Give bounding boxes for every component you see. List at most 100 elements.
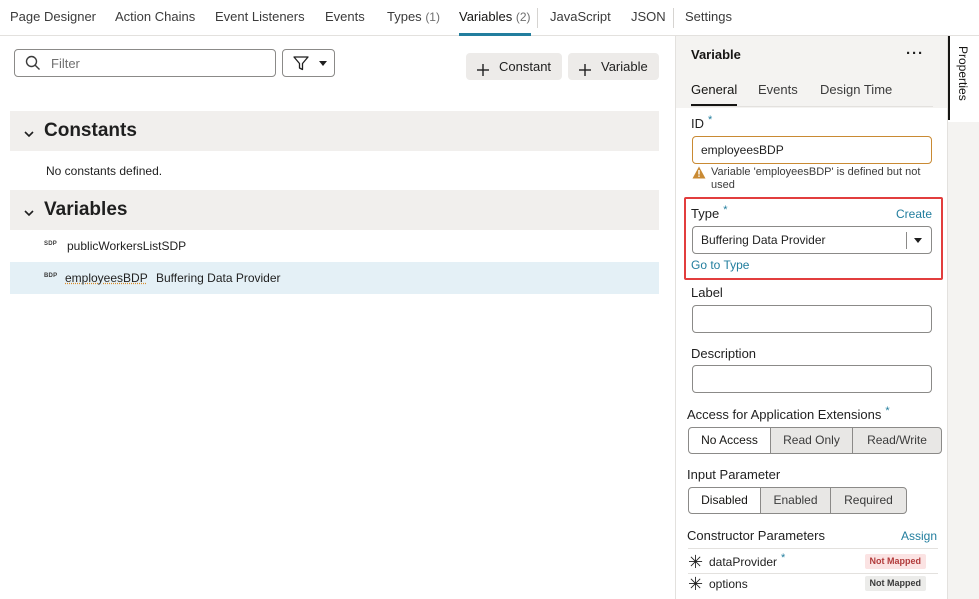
- tab-page-designer[interactable]: Page Designer: [10, 0, 96, 36]
- tab-label: Settings: [685, 9, 732, 24]
- add-variable-button[interactable]: Variable: [568, 53, 659, 80]
- variable-row[interactable]: SDP publicWorkersListSDP: [10, 230, 659, 262]
- tab-underline-divider: [691, 106, 933, 107]
- id-value: employeesBDP: [701, 143, 784, 157]
- asterisk-icon: ✳: [688, 552, 704, 572]
- chevron-down-icon: [24, 205, 34, 220]
- variables-title: Variables: [44, 199, 128, 220]
- assign-link[interactable]: Assign: [901, 529, 937, 543]
- warning-icon: [692, 166, 706, 182]
- tab-label: Design Time: [820, 82, 893, 97]
- designer-tab-bar: Page Designer Action Chains Event Listen…: [0, 0, 979, 36]
- side-strip-background: [948, 122, 979, 599]
- param-row-options[interactable]: ✳ options Not Mapped: [688, 574, 938, 594]
- tab-general[interactable]: General: [691, 82, 738, 106]
- tab-label: Page Designer: [10, 9, 96, 24]
- input-param-enabled[interactable]: Enabled: [760, 487, 831, 514]
- description-label: Description: [691, 346, 757, 361]
- side-panel-strip: Properties: [947, 36, 979, 599]
- access-label: Access for Application Extensions *: [687, 405, 890, 422]
- tab-label: Action Chains: [115, 9, 196, 24]
- tab-label: Events: [325, 9, 365, 24]
- not-mapped-badge: Not Mapped: [864, 576, 926, 591]
- tab-count: (2): [515, 10, 531, 24]
- add-constant-button[interactable]: Constant: [466, 53, 562, 80]
- properties-side-tab[interactable]: Properties: [948, 36, 979, 120]
- label-label: Label: [691, 285, 723, 300]
- add-constant-label: Constant: [499, 59, 552, 74]
- variable-type-badge: BDP: [44, 273, 58, 279]
- plus-icon: [476, 59, 490, 86]
- input-parameter-label: Input Parameter: [687, 467, 781, 482]
- tab-divider: [673, 8, 674, 28]
- variable-type-badge: SDP: [44, 241, 57, 247]
- variables-section-header[interactable]: Variables: [10, 190, 659, 230]
- tab-settings[interactable]: Settings: [685, 0, 732, 36]
- access-read-only[interactable]: Read Only: [770, 427, 853, 454]
- tab-label: JavaScript: [550, 9, 611, 24]
- tab-count: (1): [425, 10, 440, 24]
- variable-row-selected[interactable]: BDP employeesBDP Buffering Data Provider: [10, 262, 659, 294]
- constructor-parameters-label: Constructor Parameters: [687, 528, 825, 543]
- tab-events[interactable]: Events: [325, 0, 365, 36]
- tab-variables[interactable]: Variables (2): [459, 0, 531, 36]
- param-divider: [688, 548, 938, 549]
- input-param-disabled[interactable]: Disabled: [688, 487, 761, 514]
- constants-empty-text: No constants defined.: [46, 164, 163, 178]
- tab-design-time[interactable]: Design Time: [820, 82, 892, 97]
- panel-title: Variable: [691, 47, 741, 62]
- properties-side-tab-label: Properties: [956, 46, 970, 101]
- filter-field[interactable]: [14, 49, 276, 77]
- id-label: ID *: [691, 114, 713, 131]
- tab-action-chains[interactable]: Action Chains: [115, 0, 195, 36]
- access-read-write[interactable]: Read/Write: [852, 427, 942, 454]
- more-options-icon[interactable]: ···: [906, 45, 924, 62]
- description-input[interactable]: [692, 365, 932, 393]
- tab-label: JSON: [631, 9, 666, 24]
- tab-events[interactable]: Events: [758, 82, 798, 97]
- create-type-link[interactable]: Create: [896, 207, 932, 221]
- tab-label: Events: [758, 82, 798, 97]
- tab-divider: [537, 8, 538, 28]
- select-divider: [906, 232, 907, 249]
- tab-label: Event Listeners: [215, 9, 305, 24]
- plus-icon: [578, 59, 592, 86]
- filter-input[interactable]: [51, 54, 261, 72]
- tab-label: General: [691, 82, 738, 97]
- required-mark: *: [708, 114, 713, 126]
- param-name: dataProvider *: [709, 552, 786, 569]
- type-label: Type *: [691, 204, 728, 221]
- label-input[interactable]: [692, 305, 932, 333]
- access-no-access[interactable]: No Access: [688, 427, 771, 454]
- filter-menu-button[interactable]: [282, 49, 335, 77]
- variable-name: employeesBDP: [65, 271, 148, 285]
- type-select-value: Buffering Data Provider: [701, 233, 826, 247]
- tab-event-listeners[interactable]: Event Listeners: [215, 0, 305, 36]
- constants-section-header[interactable]: Constants: [10, 111, 659, 151]
- required-mark: *: [885, 405, 890, 417]
- required-mark: *: [723, 204, 728, 216]
- tab-javascript[interactable]: JavaScript: [550, 0, 611, 36]
- param-row-dataprovider[interactable]: ✳ dataProvider * Not Mapped: [688, 552, 938, 572]
- tab-label: Variables: [459, 9, 513, 24]
- search-icon: [25, 55, 41, 74]
- tab-types[interactable]: Types (1): [387, 0, 440, 36]
- tab-label: Types: [387, 9, 422, 24]
- id-field[interactable]: employeesBDP: [692, 136, 932, 164]
- chevron-down-icon: [24, 126, 34, 141]
- input-param-required[interactable]: Required: [830, 487, 907, 514]
- funnel-icon: [293, 56, 309, 74]
- param-name: options: [709, 577, 748, 591]
- warning-text: Variable 'employeesBDP' is defined but n…: [711, 166, 921, 191]
- not-mapped-badge: Not Mapped: [864, 554, 926, 569]
- tab-json[interactable]: JSON: [631, 0, 666, 36]
- variable-name: publicWorkersListSDP: [67, 239, 187, 253]
- constants-title: Constants: [44, 120, 137, 141]
- variable-type: Buffering Data Provider: [156, 271, 281, 285]
- asterisk-icon: ✳: [688, 574, 704, 594]
- add-variable-label: Variable: [601, 59, 648, 74]
- type-select[interactable]: Buffering Data Provider: [692, 226, 932, 254]
- go-to-type-link[interactable]: Go to Type: [691, 258, 749, 272]
- properties-panel: Variable ··· General Events Design Time …: [675, 36, 948, 599]
- required-mark: *: [781, 552, 786, 564]
